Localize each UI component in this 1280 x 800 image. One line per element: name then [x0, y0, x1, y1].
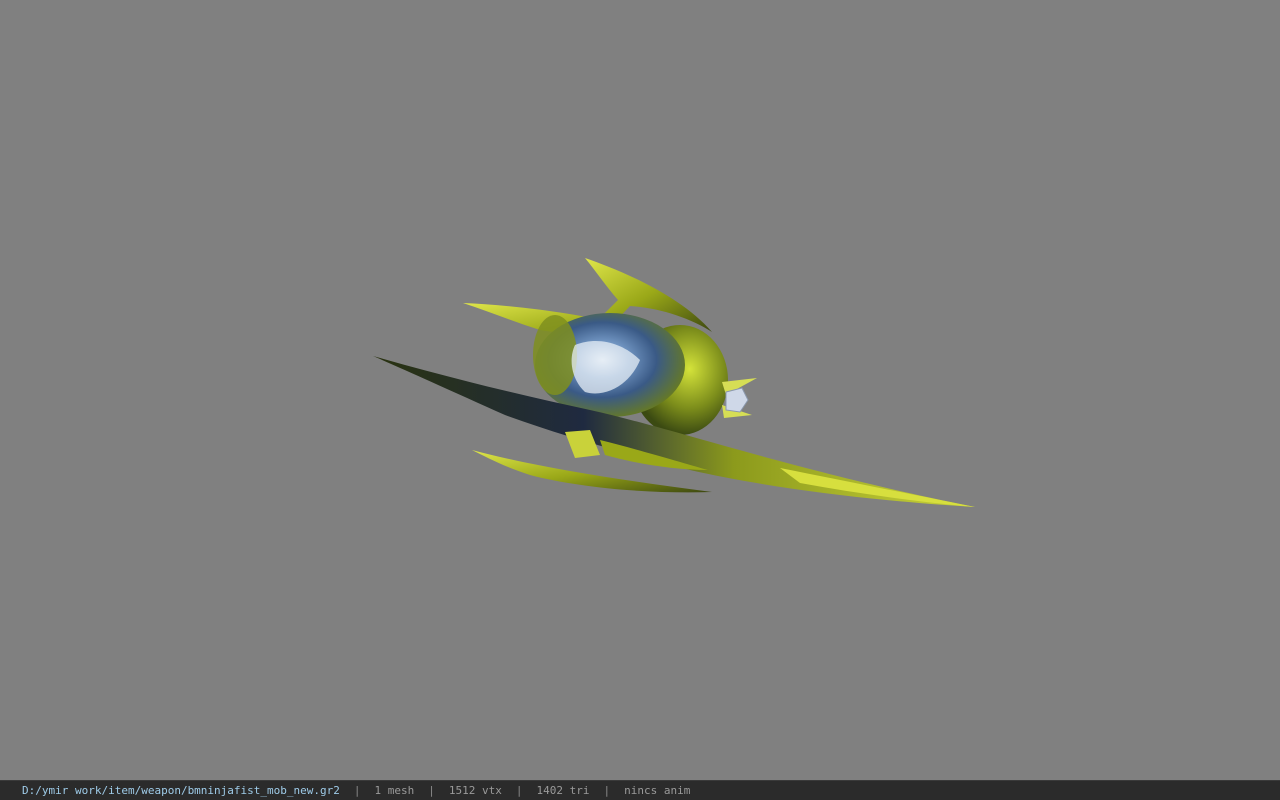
animation-status: nincs anim — [624, 784, 691, 797]
body-left-cap — [533, 315, 577, 395]
weapon-model-preview[interactable] — [0, 0, 1280, 780]
triangle-count: 1402 tri — [536, 784, 590, 797]
file-path: D:/ymir work/item/weapon/bmninjafist_mob… — [22, 784, 340, 797]
vertex-count: 1512 vtx — [448, 784, 502, 797]
status-separator: | — [603, 784, 611, 797]
status-bar: D:/ymir work/item/weapon/bmninjafist_mob… — [0, 780, 1280, 800]
mesh-count: 1 mesh — [374, 784, 415, 797]
status-separator: | — [428, 784, 435, 797]
gem — [725, 387, 749, 413]
status-separator: | — [353, 784, 361, 797]
3d-viewport[interactable] — [0, 0, 1280, 780]
status-separator: | — [515, 784, 523, 797]
